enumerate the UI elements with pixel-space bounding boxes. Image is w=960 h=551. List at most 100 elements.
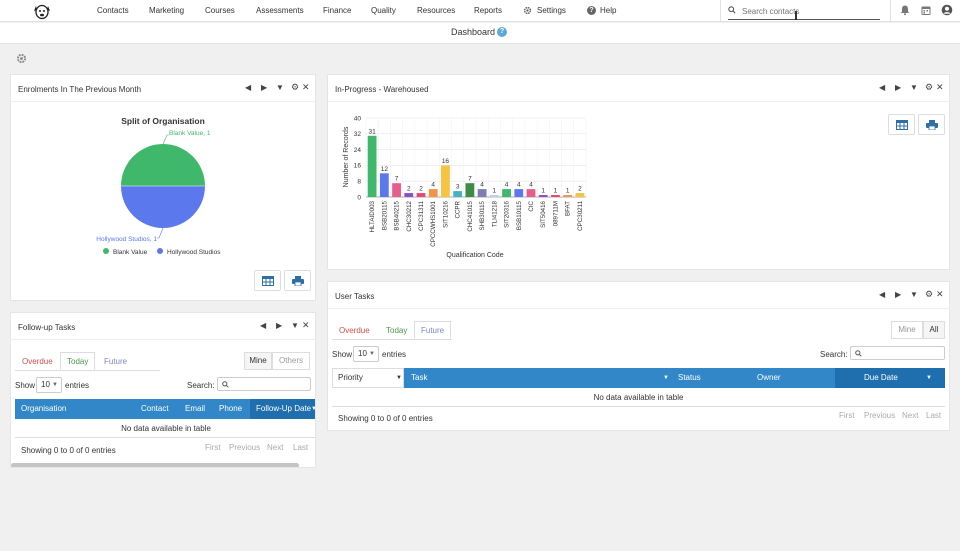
bar-cpc30211[interactable] bbox=[575, 193, 585, 197]
dog-logo-icon[interactable] bbox=[33, 2, 51, 20]
bar-hltaid003[interactable] bbox=[367, 135, 377, 197]
panel-gear-icon[interactable]: ⚙ bbox=[925, 82, 933, 93]
table-search-input[interactable] bbox=[850, 346, 945, 360]
dashboard-settings-gear-icon[interactable] bbox=[16, 53, 27, 64]
bar-chc30212[interactable] bbox=[404, 193, 414, 197]
close-icon[interactable]: ✕ bbox=[302, 82, 310, 93]
bar-cpc31311[interactable] bbox=[416, 193, 426, 197]
nav-marketing[interactable]: Marketing bbox=[149, 6, 184, 15]
bar-tli41218[interactable] bbox=[489, 195, 499, 197]
bar-sit50416[interactable] bbox=[538, 195, 548, 197]
legend-blank-value[interactable]: Blank Value bbox=[113, 249, 148, 256]
close-icon[interactable]: ✕ bbox=[936, 82, 944, 93]
pager-previous[interactable]: Previous bbox=[864, 411, 895, 420]
close-icon[interactable]: ✕ bbox=[936, 289, 944, 300]
column-phone[interactable]: Phone bbox=[219, 399, 242, 419]
nav-quality[interactable]: Quality bbox=[371, 6, 396, 15]
column-status[interactable]: Status bbox=[678, 368, 701, 388]
prev-arrow-icon[interactable]: ◀ bbox=[879, 83, 885, 92]
next-arrow-icon[interactable]: ▶ bbox=[276, 321, 282, 330]
notifications-bell-icon[interactable] bbox=[899, 4, 911, 16]
pager-first[interactable]: First bbox=[839, 411, 855, 420]
pager-next[interactable]: Next bbox=[902, 411, 918, 420]
nav-contacts[interactable]: Contacts bbox=[97, 6, 129, 15]
tab-future[interactable]: Future bbox=[414, 321, 452, 339]
sort-desc-icon[interactable]: ▼ bbox=[663, 368, 669, 388]
next-arrow-icon[interactable]: ▶ bbox=[895, 83, 901, 92]
nav-settings[interactable]: Settings bbox=[537, 6, 566, 15]
nav-help[interactable]: Help bbox=[600, 6, 616, 15]
nav-courses[interactable]: Courses bbox=[205, 6, 235, 15]
sort-desc-icon[interactable]: ▼ bbox=[311, 399, 315, 419]
column-due-date[interactable]: Due Date bbox=[864, 368, 898, 388]
page-length-select[interactable]: 10 ▼ bbox=[353, 346, 379, 362]
bar-089711m[interactable] bbox=[551, 195, 560, 197]
prev-arrow-icon[interactable]: ◀ bbox=[245, 83, 251, 92]
column-follow-up-date[interactable]: Follow-Up Date bbox=[256, 399, 311, 419]
prev-arrow-icon[interactable]: ◀ bbox=[879, 290, 885, 299]
table-view-button[interactable] bbox=[254, 270, 281, 291]
sort-desc-icon[interactable]: ▼ bbox=[926, 368, 932, 388]
tab-overdue[interactable]: Overdue bbox=[332, 321, 377, 339]
print-button[interactable] bbox=[284, 270, 311, 291]
toggle-mine[interactable]: Mine bbox=[244, 352, 272, 370]
bar-cpccwhs1001[interactable] bbox=[428, 189, 438, 197]
nav-reports[interactable]: Reports bbox=[474, 6, 502, 15]
help-circle-icon[interactable]: ? bbox=[587, 6, 596, 15]
column-contact[interactable]: Contact bbox=[141, 399, 169, 419]
chevron-down-icon[interactable]: ▼ bbox=[291, 321, 299, 330]
toggle-others[interactable]: Others bbox=[272, 352, 310, 370]
sort-desc-icon[interactable]: ▼ bbox=[396, 368, 402, 388]
pie-slice-hollywood-studios[interactable] bbox=[121, 186, 205, 228]
print-button[interactable] bbox=[918, 114, 945, 135]
column-owner[interactable]: Owner bbox=[757, 368, 781, 388]
horizontal-scrollbar[interactable] bbox=[11, 463, 299, 467]
chevron-down-icon[interactable]: ▼ bbox=[276, 83, 284, 92]
close-icon[interactable]: ✕ bbox=[302, 320, 310, 331]
toggle-all[interactable]: All bbox=[923, 321, 945, 339]
column-organisation[interactable]: Organisation bbox=[21, 399, 66, 419]
bar-ccpr[interactable] bbox=[453, 191, 463, 197]
tab-today[interactable]: Today bbox=[60, 352, 96, 370]
bar-bfat[interactable] bbox=[563, 195, 573, 197]
bar-sit20316[interactable] bbox=[502, 189, 511, 197]
tab-overdue[interactable]: Overdue bbox=[15, 352, 60, 370]
settings-gear-icon[interactable] bbox=[523, 6, 532, 15]
help-icon[interactable]: ? bbox=[497, 27, 507, 37]
page-length-select[interactable]: 10 ▼ bbox=[36, 377, 62, 393]
bar-bsb10115[interactable] bbox=[514, 189, 524, 197]
pager-last[interactable]: Last bbox=[926, 411, 941, 420]
pager-last[interactable]: Last bbox=[293, 443, 308, 452]
nav-assessments[interactable]: Assessments bbox=[256, 6, 304, 15]
bar-sit10216[interactable] bbox=[441, 165, 450, 197]
table-search-input[interactable] bbox=[217, 377, 311, 391]
nav-resources[interactable]: Resources bbox=[417, 6, 455, 15]
panel-gear-icon[interactable]: ⚙ bbox=[925, 289, 933, 300]
pager-next[interactable]: Next bbox=[267, 443, 283, 452]
prev-arrow-icon[interactable]: ◀ bbox=[260, 321, 266, 330]
search-contacts-input[interactable] bbox=[742, 5, 876, 17]
nav-finance[interactable]: Finance bbox=[323, 6, 351, 15]
pager-previous[interactable]: Previous bbox=[229, 443, 260, 452]
legend-hollywood-studios[interactable]: Hollywood Studios bbox=[167, 249, 221, 256]
chevron-down-icon[interactable]: ▼ bbox=[910, 83, 918, 92]
tab-future[interactable]: Future bbox=[97, 352, 134, 370]
bar-shb30115[interactable] bbox=[477, 189, 487, 197]
bar-bsb20115[interactable] bbox=[379, 173, 389, 197]
calendar-icon[interactable] bbox=[920, 4, 932, 16]
contact-search[interactable] bbox=[728, 3, 880, 20]
column-email[interactable]: Email bbox=[185, 399, 205, 419]
bar-bsb40215[interactable] bbox=[392, 183, 401, 197]
table-view-button[interactable] bbox=[888, 114, 915, 135]
toggle-mine[interactable]: Mine bbox=[891, 321, 923, 339]
pager-first[interactable]: First bbox=[205, 443, 221, 452]
column-task[interactable]: Task bbox=[411, 368, 427, 388]
panel-gear-icon[interactable]: ⚙ bbox=[291, 82, 299, 93]
user-avatar-icon[interactable] bbox=[941, 4, 953, 16]
bar-cic[interactable] bbox=[526, 189, 536, 197]
chevron-down-icon[interactable]: ▼ bbox=[910, 290, 918, 299]
tab-today[interactable]: Today bbox=[379, 321, 414, 339]
next-arrow-icon[interactable]: ▶ bbox=[895, 290, 901, 299]
bar-chc41015[interactable] bbox=[465, 183, 475, 197]
next-arrow-icon[interactable]: ▶ bbox=[261, 83, 267, 92]
